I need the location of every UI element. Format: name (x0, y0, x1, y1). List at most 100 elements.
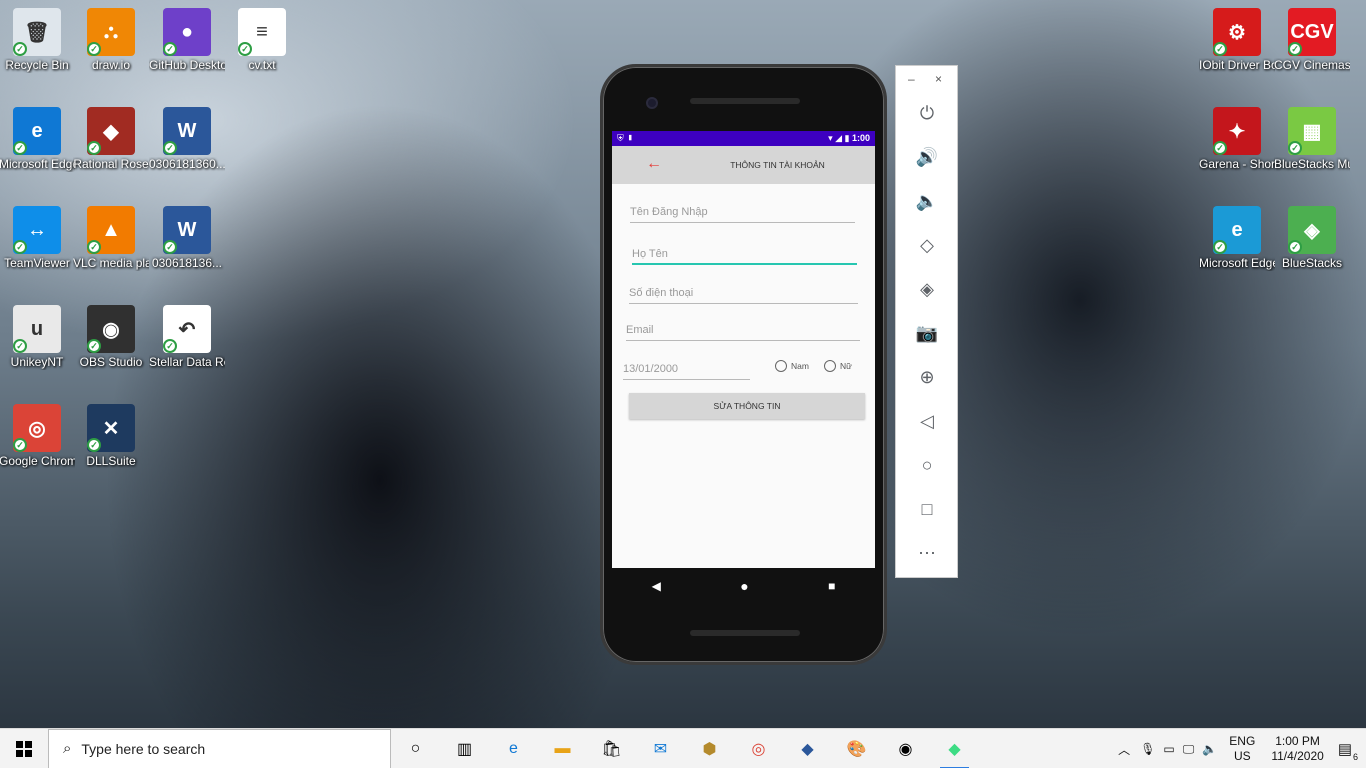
fullname-field[interactable]: Họ Tên (632, 243, 857, 265)
mail-icon[interactable]: ✉ (636, 729, 685, 768)
more-icon[interactable]: ⋯ (915, 541, 939, 565)
volume-up-icon[interactable]: 🔊 (915, 145, 939, 169)
nav-overview-icon[interactable]: ■ (828, 579, 835, 593)
obs-taskbar-icon[interactable]: ◉ (881, 729, 930, 768)
android-status-bar: ⛨ ▮ ▾ ◢ ▮ 1:00 (612, 131, 875, 146)
desktop-icon[interactable]: e ✓ Microsoft Edge (0, 107, 75, 172)
desktop-icon[interactable]: ▲✓ VLC media player (73, 206, 149, 271)
desktop-icon[interactable]: ↔ ✓ TeamViewer (0, 206, 75, 271)
desktop-icon-label: Recycle Bin (5, 58, 69, 72)
desktop-icon[interactable]: ◆ ✓ Rational Rose (73, 107, 149, 172)
status-right: ▾ ◢ ▮ 1:00 (828, 133, 870, 143)
overview-icon[interactable]: □ (915, 497, 939, 521)
rotate-left-icon[interactable]: ◇ (915, 233, 939, 257)
desktop-icon[interactable]: ◉ ✓ OBS Studio (73, 305, 149, 370)
volume-down-icon[interactable]: 🔈 (915, 189, 939, 213)
volume-icon[interactable]: 🔈 (1202, 742, 1217, 756)
cortana-icon[interactable]: ○ (391, 729, 440, 768)
sync-check-icon: ✓ (87, 438, 101, 452)
language-indicator[interactable]: ENG US (1229, 734, 1255, 764)
tray-chevron-icon[interactable]: ︿ (1118, 741, 1130, 758)
sync-check-icon: ✓ (1288, 240, 1302, 254)
clock-time: 1:00 PM (1275, 734, 1320, 748)
app-glyph-icon: ↶ (178, 318, 196, 341)
desktop-icon-image: ↶ ✓ (163, 305, 211, 353)
desktop-icon-image: e ✓ (13, 107, 61, 155)
desktop-icon[interactable]: ◎✓ Google Chrome (0, 404, 75, 469)
desktop-icon[interactable]: ⚙✓ IObit Driver Booster (1199, 8, 1275, 73)
desktop-icon[interactable]: CGV ✓ CGV Cinemas (1274, 8, 1350, 73)
desktop-icon-label: Microsoft Edge (1199, 256, 1275, 270)
sync-check-icon: ✓ (87, 240, 101, 254)
desktop-icon[interactable]: W ✓ 030618136... (149, 206, 225, 271)
close-button[interactable]: × (935, 72, 942, 86)
phone-screen: ⛨ ▮ ▾ ◢ ▮ 1:00 ← THÔNG TIN TÀI KHOẢN Tên… (612, 131, 875, 568)
desktop-icon-image: e ✓ (1213, 206, 1261, 254)
chrome-taskbar-icon[interactable]: ◎ (734, 729, 783, 768)
zoom-icon[interactable]: ⊕ (915, 365, 939, 389)
gender-female-radio[interactable]: Nữ (824, 360, 852, 372)
app-glyph-icon: ◎ (28, 417, 46, 440)
desktop-icon-image: ✦ ✓ (1213, 107, 1261, 155)
desktop-icon[interactable]: 🗑 ✓ Recycle Bin (0, 8, 75, 73)
desktop-icon-image: ◉ ✓ (87, 305, 135, 353)
emulator-control-panel: – × ⏻ 🔊 🔈 ◇ ◈ 📷 ⊕ ◁ ○ □ ⋯ (895, 65, 958, 578)
desktop-icon-label: VLC media player (73, 256, 149, 270)
desktop-icon-label: UnikeyNT (10, 355, 64, 369)
phone-number-field[interactable]: Số điện thoại (629, 282, 858, 304)
rotate-right-icon[interactable]: ◈ (915, 277, 939, 301)
desktop-icon[interactable]: u ✓ UnikeyNT (0, 305, 75, 370)
desktop-icon[interactable]: ✦✓ Garena - Shortcut (1199, 107, 1275, 172)
sync-check-icon: ✓ (1213, 42, 1227, 56)
sync-check-icon: ✓ (163, 141, 177, 155)
desktop-icon-image: ◎ ✓ (13, 404, 61, 452)
lang-top: ENG (1229, 734, 1256, 748)
nav-home-icon[interactable]: ● (740, 578, 748, 594)
desktop-icon-label: Rational Rose (73, 157, 149, 171)
sync-check-icon: ✓ (1213, 240, 1227, 254)
desktop-icon[interactable]: W ✓ 0306181360... (149, 107, 225, 172)
edge-taskbar-icon[interactable]: e (489, 729, 538, 768)
clock[interactable]: 1:00 PM 11/4/2020 (1271, 734, 1324, 764)
start-button[interactable] (0, 729, 48, 768)
email-field[interactable]: Email (626, 319, 860, 341)
task-view-icon[interactable]: ▥ (440, 729, 489, 768)
store-icon[interactable]: 🛍 (587, 729, 636, 768)
league-of-legends-icon[interactable]: ⬢ (685, 729, 734, 768)
android-studio-taskbar-icon[interactable]: ◆ (930, 729, 979, 768)
nav-back-icon[interactable]: ◀ (652, 579, 661, 593)
lang-bottom: US (1233, 749, 1251, 763)
desktop-icon[interactable]: ◈ ✓ BlueStacks (1274, 206, 1350, 271)
update-info-button[interactable]: SỬA THÔNG TIN (629, 393, 865, 419)
app-taskbar-icon[interactable]: ◆ (783, 729, 832, 768)
minimize-button[interactable]: – (908, 72, 915, 86)
notification-center-icon[interactable]: ▤ 6 (1338, 740, 1358, 762)
app-glyph-icon: ↔ (27, 218, 47, 241)
file-explorer-icon[interactable]: ▬ (538, 729, 587, 768)
battery-icon[interactable]: ▭ (1163, 742, 1174, 756)
taskbar-search-box[interactable]: ⌕ Type here to search (48, 728, 391, 768)
home-icon[interactable]: ○ (915, 453, 939, 477)
earpiece-speaker (690, 98, 800, 104)
paint-icon[interactable]: 🎨 (832, 729, 881, 768)
username-field[interactable]: Tên Đăng Nhập (630, 201, 855, 223)
desktop-icon[interactable]: ↶✓ Stellar Data Recovery (149, 305, 225, 370)
desktop-icon-label: cv.txt (248, 58, 276, 72)
back-icon[interactable]: ◁ (915, 409, 939, 433)
app-glyph-icon: e (1231, 218, 1243, 241)
desktop-icon[interactable]: ✕ ✓ DLLSuite (73, 404, 149, 469)
desktop-icon-image: ▲ ✓ (87, 206, 135, 254)
microphone-icon[interactable]: 🎙 (1140, 742, 1155, 756)
camera-icon[interactable]: 📷 (915, 321, 939, 345)
desktop-icon[interactable]: e ✓ Microsoft Edge (1199, 206, 1275, 271)
network-icon[interactable]: 🖵 (1183, 742, 1195, 757)
desktop-icon[interactable]: ⛬ ✓ draw.io (73, 8, 149, 73)
date-of-birth-field[interactable]: 13/01/2000 (623, 358, 750, 380)
desktop-icon[interactable]: ●✓ GitHub Desktop (149, 8, 225, 73)
desktop-icon[interactable]: ≡ ✓ cv.txt (224, 8, 300, 73)
sync-check-icon: ✓ (13, 339, 27, 353)
power-icon[interactable]: ⏻ (915, 101, 939, 125)
gender-male-radio[interactable]: Nam (775, 360, 809, 372)
desktop-icon[interactable]: ▦✓ BlueStacks Multi-Insta... (1274, 107, 1350, 172)
desktop-icon-label: GitHub Desktop (149, 58, 225, 72)
